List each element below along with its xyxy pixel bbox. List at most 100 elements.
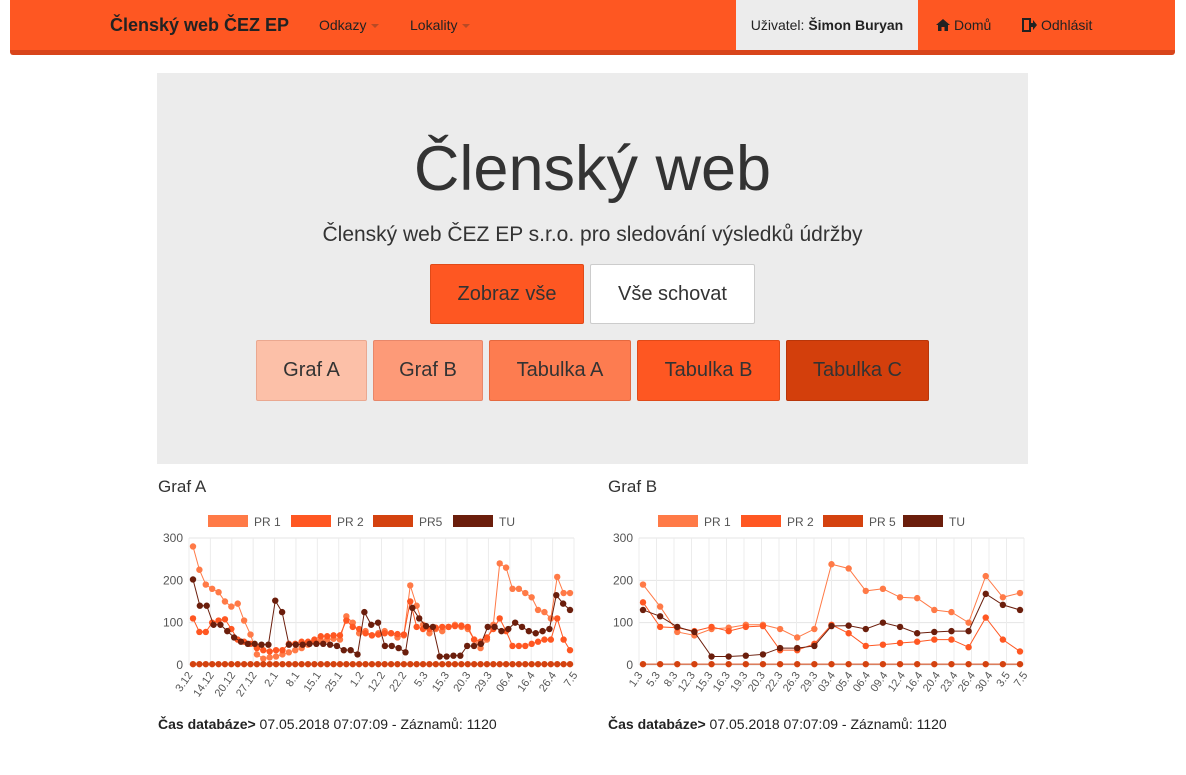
x-tick-label: 19.3 [728,670,750,694]
x-tick-label: 15.3 [430,670,452,694]
data-point [828,561,835,568]
data-point [272,597,279,604]
data-point [534,660,542,668]
data-point [221,660,229,668]
y-tick-label: 300 [163,531,183,545]
x-tick-label: 20.12 [213,670,239,699]
data-point [759,660,767,668]
x-tick-label: 7.5 [1012,670,1031,689]
data-point [560,636,567,643]
db-time-label: Čas databáze> [608,716,706,732]
home-link[interactable]: Domů [935,17,991,33]
data-point [347,646,354,654]
x-tick-label: 3.5 [994,670,1013,689]
data-point [811,660,818,668]
data-point [292,646,299,654]
data-point [381,642,389,650]
data-point [794,660,801,668]
data-point [320,640,327,648]
chevron-down-icon [462,24,471,29]
data-point [272,660,280,668]
tabulka-b-button[interactable]: Tabulka B [637,340,780,401]
data-point [228,660,235,668]
data-point [759,622,767,630]
logout-link[interactable]: Odhlásit [1022,17,1092,33]
data-point [566,660,574,668]
data-point [862,625,869,633]
legend-label: PR 1 [254,515,281,529]
data-point [349,660,356,668]
data-point [189,660,197,668]
data-point [534,638,542,645]
legend-swatch [903,515,943,527]
data-point [965,627,972,635]
data-point [982,590,989,598]
data-point [1016,648,1024,655]
y-tick-label: 0 [176,658,183,672]
data-point [244,640,252,648]
data-point [343,660,350,668]
data-point [759,651,767,658]
data-point [266,660,273,668]
data-point [202,660,209,668]
menu-odkazy[interactable]: Odkazy [319,17,380,33]
brand-link[interactable]: Členský web ČEZ EP [110,15,289,36]
data-point [828,660,835,668]
data-point [496,660,503,668]
data-point [394,660,401,668]
data-point [639,581,647,588]
data-point [354,651,361,658]
data-point [306,640,313,648]
hide-all-button[interactable]: Vše schovat [590,264,755,324]
data-point [674,660,681,668]
data-point [541,636,548,643]
data-point [215,660,222,668]
x-tick-label: 16.4 [903,670,925,694]
data-point [387,660,395,668]
x-tick-label: 26.4 [537,670,559,694]
data-point [982,660,989,668]
data-point [948,660,955,668]
user-info: Uživatel: Šimon Buryan [736,0,918,50]
tabulka-a-button[interactable]: Tabulka A [489,340,631,401]
data-point [266,654,273,661]
data-point [965,660,972,668]
data-point [511,619,519,626]
data-point [999,601,1007,609]
data-point [502,564,510,571]
data-point [343,617,350,624]
data-point [879,585,887,592]
data-point [362,630,369,637]
data-point [554,660,561,668]
data-point [656,603,664,610]
data-point [522,642,529,650]
data-point [189,615,197,622]
page-title: Členský web [413,134,772,204]
data-point [395,644,402,652]
data-point [528,594,535,601]
data-point [458,660,465,668]
data-point [639,660,647,668]
show-all-button[interactable]: Zobraz vše [430,264,584,324]
data-point [374,619,382,626]
data-point [982,614,989,621]
data-point [407,582,414,589]
tabulka-c-button[interactable]: Tabulka C [786,340,929,401]
graf-a-button[interactable]: Graf A [256,340,367,401]
data-point [336,660,344,668]
menu-lokality[interactable]: Lokality [410,17,471,33]
y-tick-label: 200 [613,573,633,587]
graf-b-button[interactable]: Graf B [373,340,483,401]
data-point [559,600,567,607]
legend-swatch [373,515,413,527]
data-point [387,630,395,637]
data-point [484,623,491,631]
data-point [298,660,305,668]
data-point [260,646,267,654]
data-point [266,648,273,655]
data-point [311,660,318,668]
x-tick-label: 06.4 [494,670,516,694]
legend-swatch [658,515,698,527]
data-point [253,660,261,668]
data-point [189,543,197,550]
